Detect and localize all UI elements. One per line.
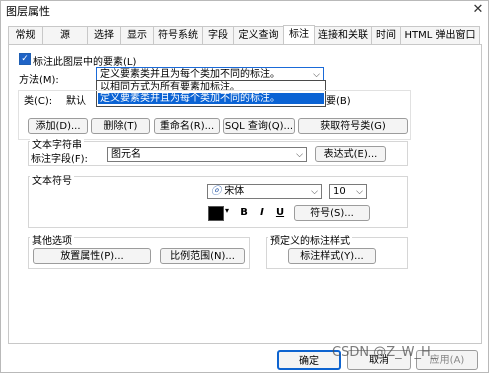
label-field-label: 标注字段(F): [31,154,88,165]
tab-source[interactable]: 源 [42,26,88,44]
class-label: 类(C): [24,92,53,107]
font-size-value: 10 [333,186,346,197]
class-right-fragment: 要(B) [326,96,351,107]
symbol-button[interactable]: 符号(S)... [294,205,370,221]
method-label: 方法(M): [19,75,59,86]
delete-class-button[interactable]: 删除(T) [91,118,150,134]
italic-button[interactable]: I [255,206,269,220]
scale-range-button[interactable]: 比例范围(N)... [160,248,245,264]
other-options-group-label: 其他选项 [30,232,74,247]
bold-button[interactable]: B [237,206,251,220]
watermark-text: CSDN @Z_W_H_ [332,345,438,360]
text-symbol-group-label: 文本符号 [30,172,74,187]
sql-query-button[interactable]: SQL 查询(Q)... [223,118,295,134]
add-class-button[interactable]: 添加(D)... [28,118,88,134]
font-select[interactable]: ⓞ 宋体 ⌵ [207,184,322,199]
underline-button[interactable]: U [273,206,287,220]
method-value: 定义要素类并且为每个类加不同的标注。 [100,69,280,80]
label-field-value: 图元名 [111,149,141,160]
chevron-down-icon: ⌵ [356,187,363,197]
placement-properties-button[interactable]: 放置属性(P)... [33,248,151,264]
expression-button[interactable]: 表达式(E)... [315,146,386,162]
tab-definition-query[interactable]: 定义查询 [233,26,284,44]
chevron-down-icon: ⌵ [311,187,318,197]
label-features-label: 标注此图层中的要素(L) [33,57,137,68]
window-title: 图层属性 [6,5,50,18]
tab-joins-relates[interactable]: 连接和关联 [314,26,372,44]
opentype-font-icon: ⓞ [211,186,221,197]
tab-html-popup[interactable]: HTML 弹出窗口 [400,26,480,44]
tab-selection[interactable]: 选择 [87,26,121,44]
tab-labels[interactable]: 标注 [283,25,315,45]
rename-class-button[interactable]: 重命名(R)... [154,118,220,134]
color-swatch[interactable] [208,206,224,221]
tab-symbology[interactable]: 符号系统 [153,26,203,44]
label-field-select[interactable]: 图元名 ⌵ [107,147,307,162]
get-symbol-classes-button[interactable]: 获取符号类(G) [298,118,408,134]
color-dropdown-icon[interactable]: ▾ [225,206,229,215]
predefined-style-group-label: 预定义的标注样式 [268,232,352,247]
text-string-group-label: 文本字符串 [30,136,84,151]
tab-general[interactable]: 常规 [8,26,43,44]
chevron-down-icon: ⌵ [296,150,303,160]
tab-time[interactable]: 时间 [371,26,401,44]
font-size-select[interactable]: 10 ⌵ [329,184,367,199]
title-bar: 图层属性 ✕ [0,0,489,20]
close-icon[interactable]: ✕ [468,0,488,20]
label-styles-button[interactable]: 标注样式(Y)... [288,248,376,264]
label-features-checkbox[interactable]: ✓ [19,53,31,65]
font-value: 宋体 [224,186,245,197]
class-value: 默认 [66,96,86,107]
tab-display[interactable]: 显示 [120,26,154,44]
tab-fields[interactable]: 字段 [202,26,234,44]
